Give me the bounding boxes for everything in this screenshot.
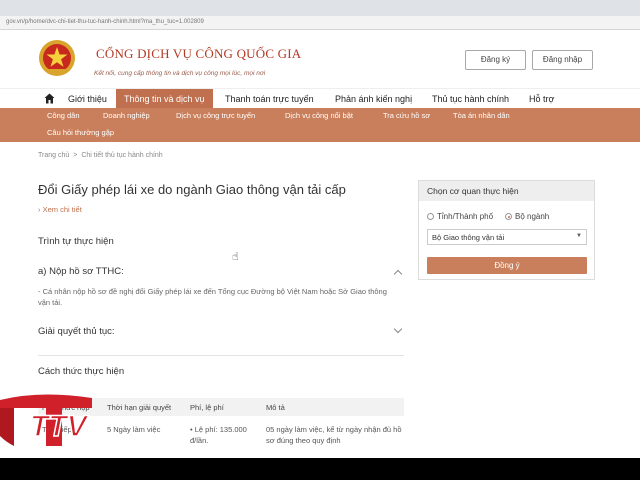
cell-fee: • Lệ phí: 135.000 đ/lần. (190, 425, 247, 445)
radio-ministry-label: Bộ ngành (515, 212, 550, 221)
subnav-item-court[interactable]: Tòa án nhân dân (453, 111, 510, 120)
section-method-heading: Cách thức thực hiện (38, 366, 125, 377)
ttv-logo-text: TTV (30, 410, 90, 443)
divider (38, 355, 404, 356)
subnav-item-featured-services[interactable]: Dịch vụ công nổi bật (285, 111, 353, 120)
see-detail-label: Xem chi tiết (42, 205, 82, 214)
see-detail-link[interactable]: › Xem chi tiết (38, 205, 82, 214)
nav-item-procedures[interactable]: Thủ tục hành chính (432, 89, 509, 109)
panel-title: Chọn cơ quan thực hiện (419, 181, 594, 201)
agency-panel: Chọn cơ quan thực hiện Tỉnh/Thành phố Bộ… (418, 180, 595, 280)
site-name[interactable]: CỔNG DỊCH VỤ CÔNG QUỐC GIA (96, 46, 301, 62)
col-header-desc: Mô tả (266, 403, 285, 412)
site-slogan: Kết nối, cung cấp thông tin và dịch vụ c… (94, 70, 266, 77)
section-order-heading: Trình tự thực hiện (38, 236, 114, 247)
radio-province[interactable]: Tỉnh/Thành phố (427, 212, 493, 221)
national-emblem-icon[interactable] (38, 38, 76, 78)
col-header-fee: Phí, lệ phí (190, 403, 224, 412)
login-button[interactable]: Đăng nhập (532, 50, 593, 70)
nav-item-intro[interactable]: Giới thiệu (68, 89, 107, 109)
video-bottom-bar (0, 458, 640, 480)
chevron-down-icon[interactable] (393, 324, 403, 334)
col-header-deadline: Thời hạn giải quyết (107, 403, 172, 412)
mouse-cursor-icon: ☝ (232, 251, 239, 263)
browser-titlebar (0, 0, 640, 16)
main-nav: Giới thiệu Thông tin và dịch vụ Thanh to… (0, 88, 640, 109)
nav-item-feedback[interactable]: Phản ánh kiến nghị (335, 89, 412, 109)
step-a-text: - Cá nhân nộp hồ sơ đề nghị đổi Giấy phé… (38, 287, 387, 307)
step-b-heading[interactable]: Giải quyết thủ tục: (38, 326, 115, 337)
register-button[interactable]: Đăng ký (465, 50, 526, 70)
step-a-heading[interactable]: a) Nộp hồ sơ TTHC: (38, 266, 124, 277)
cell-fee-text: Lệ phí: 135.000 đ/lần. (190, 425, 247, 445)
radio-province-dot[interactable] (427, 213, 434, 220)
sub-nav: Công dân Doanh nghiệp Dịch vụ công trực … (0, 108, 640, 142)
chevron-up-icon[interactable] (393, 269, 403, 279)
subnav-item-faq[interactable]: Câu hỏi thường gặp (47, 128, 114, 137)
breadcrumb: Trang chủ > Chi tiết thủ tục hành chính (38, 152, 163, 159)
channel-caption: TRUYỀN HÌNH AN NINH (12, 454, 74, 460)
cell-deadline: 5 Ngày làm việc (107, 425, 161, 434)
ttv-logo-icon: TTV (0, 394, 92, 446)
subnav-item-business[interactable]: Doanh nghiệp (103, 111, 150, 120)
agency-select-value: Bộ Giao thông vận tải (432, 233, 505, 242)
site-header: CỔNG DỊCH VỤ CÔNG QUỐC GIA Kết nối, cung… (0, 30, 640, 88)
radio-ministry-dot[interactable] (505, 213, 512, 220)
page-title: Đổi Giấy phép lái xe do ngành Giao thông… (38, 182, 346, 197)
radio-ministry[interactable]: Bộ ngành (505, 212, 549, 221)
breadcrumb-home[interactable]: Trang chủ (38, 152, 69, 159)
address-bar[interactable]: gov.vn/p/home/dvc-chi-tiet-thu-tuc-hanh-… (0, 16, 640, 30)
breadcrumb-separator: > (73, 152, 78, 159)
subnav-item-lookup[interactable]: Tra cứu hồ sơ (383, 111, 430, 120)
nav-item-support[interactable]: Hỗ trợ (529, 89, 554, 109)
agree-button[interactable]: Đồng ý (427, 257, 587, 274)
breadcrumb-current: Chi tiết thủ tục hành chính (81, 152, 163, 159)
caret-down-icon: ▼ (576, 233, 582, 239)
subnav-item-online-services[interactable]: Dịch vụ công trực tuyến (176, 111, 255, 120)
agency-select[interactable]: Bộ Giao thông vận tải ▼ (427, 229, 587, 245)
cell-desc: 05 ngày làm việc, kể từ ngày nhận đủ hồ … (266, 425, 402, 445)
nav-item-online-payment[interactable]: Thanh toán trực tuyến (225, 89, 314, 109)
radio-province-label: Tỉnh/Thành phố (437, 212, 494, 221)
subnav-item-citizen[interactable]: Công dân (47, 111, 80, 120)
nav-item-info-services[interactable]: Thông tin và dịch vụ (116, 89, 213, 109)
home-icon[interactable] (44, 93, 55, 104)
